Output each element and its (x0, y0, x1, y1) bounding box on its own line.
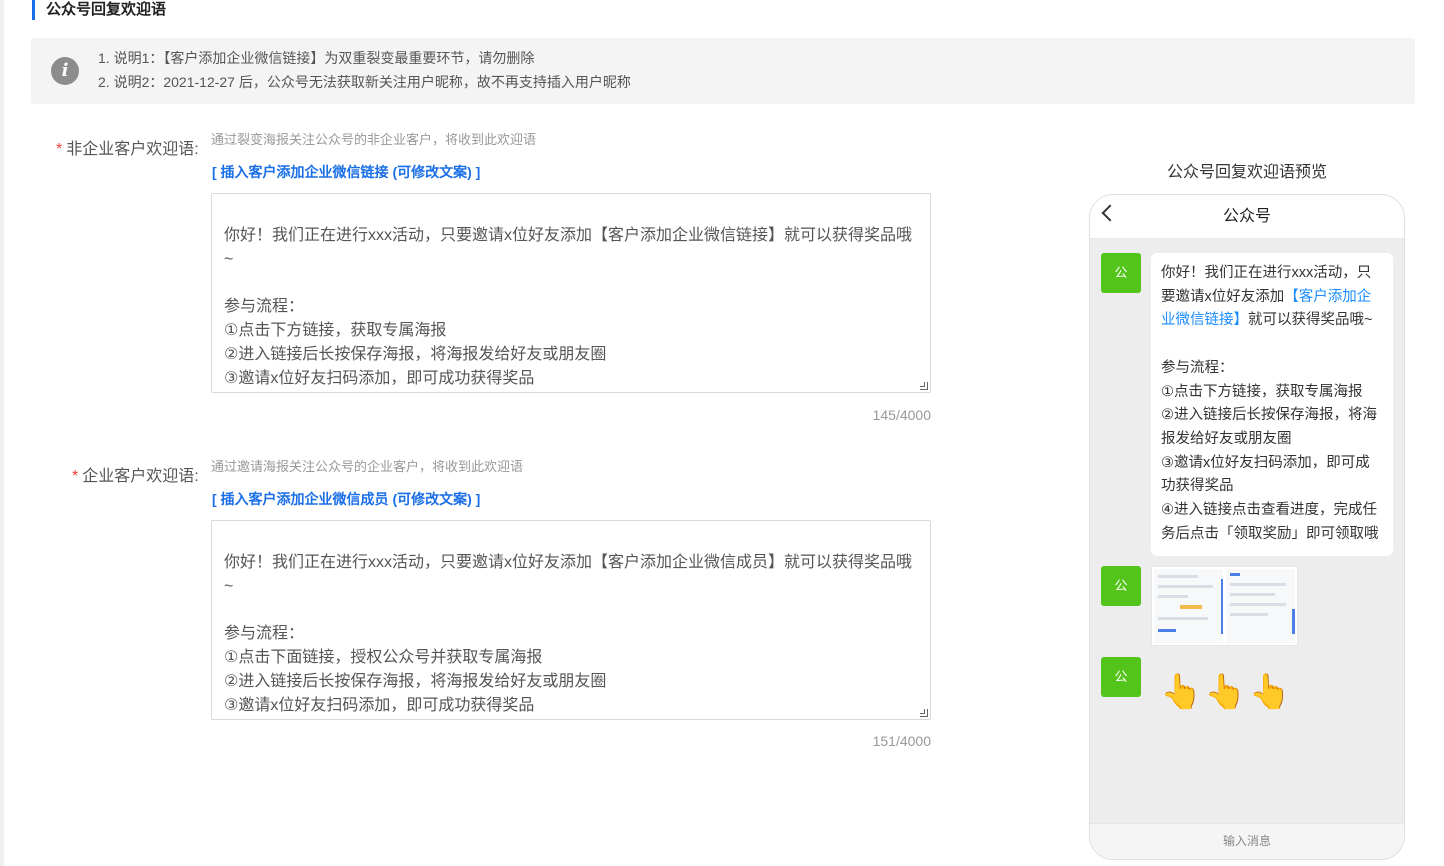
enterprise-char-counter: 151/4000 (872, 733, 931, 749)
notice-line-1: 1. 说明1：【客户添加企业微信链接】为双重裂变最重要环节，请勿删除 (98, 50, 535, 66)
resize-handle[interactable] (920, 709, 928, 717)
non-enterprise-hint: 通过裂变海报关注公众号的非企业客户，将收到此欢迎语 (211, 132, 537, 147)
insert-wecom-member-button[interactable]: [ 插入客户添加企业微信成员 (可修改文案) ] (212, 489, 480, 509)
notice-box: i 1. 说明1：【客户添加企业微信链接】为双重裂变最重要环节，请勿删除 2. … (31, 38, 1415, 104)
phone-header: 公众号 (1090, 195, 1404, 239)
notice-line-2: 2. 说明2：2021-12-27 后，公众号无法获取新关注用户昵称，故不再支持… (98, 74, 631, 90)
resize-handle[interactable] (920, 382, 928, 390)
pointing-up-emoji-message: 👆👆👆 (1160, 673, 1294, 711)
required-mark: * (56, 141, 63, 158)
info-icon: i (51, 57, 79, 85)
non-enterprise-welcome-textarea[interactable]: 你好！我们正在进行xxx活动，只要邀请x位好友添加【客户添加企业微信链接】就可以… (211, 193, 931, 393)
message-input[interactable]: 输入消息 (1090, 823, 1404, 859)
insert-wecom-link-button[interactable]: [ 插入客户添加企业微信链接 (可修改文案) ] (212, 162, 480, 182)
enterprise-welcome-label: * 企业客户欢迎语: (72, 462, 199, 486)
image-message-thumbnail (1151, 566, 1298, 646)
label-text: 非企业客户欢迎语: (66, 141, 199, 158)
avatar: 公 (1101, 657, 1141, 697)
message-text-after: 就可以获得奖品哦~ 参与流程： ①点击下方链接，获取专属海报 ②进入链接后长按保… (1161, 312, 1379, 542)
avatar: 公 (1101, 253, 1141, 293)
page-left-border (0, 0, 4, 866)
non-enterprise-welcome-label: * 非企业客户欢迎语: (56, 135, 199, 159)
required-mark: * (72, 468, 79, 485)
section-title: 公众号回复欢迎语 (32, 0, 166, 20)
phone-header-title: 公众号 (1222, 208, 1271, 225)
thumbnail-pane (1154, 569, 1223, 643)
label-text: 企业客户欢迎语: (82, 468, 199, 485)
non-enterprise-char-counter: 145/4000 (872, 407, 931, 423)
thumbnail-pane (1226, 569, 1295, 643)
message-bubble: 你好！我们正在进行xxx活动，只要邀请x位好友添加【客户添加企业微信链接】就可以… (1151, 253, 1393, 557)
enterprise-welcome-textarea[interactable]: 你好！我们正在进行xxx活动，只要邀请x位好友添加【客户添加企业微信成员】就可以… (211, 520, 931, 720)
textarea-value: 你好！我们正在进行xxx活动，只要邀请x位好友添加【客户添加企业微信链接】就可以… (224, 226, 913, 387)
enterprise-hint: 通过邀请海报关注公众号的企业客户，将收到此欢迎语 (211, 459, 524, 474)
textarea-value: 你好！我们正在进行xxx活动，只要邀请x位好友添加【客户添加企业微信成员】就可以… (224, 553, 913, 714)
phone-preview: 公众号 公 你好！我们正在进行xxx活动，只要邀请x位好友添加【客户添加企业微信… (1089, 194, 1405, 860)
preview-title: 公众号回复欢迎语预览 (1166, 164, 1327, 181)
avatar: 公 (1101, 566, 1141, 606)
